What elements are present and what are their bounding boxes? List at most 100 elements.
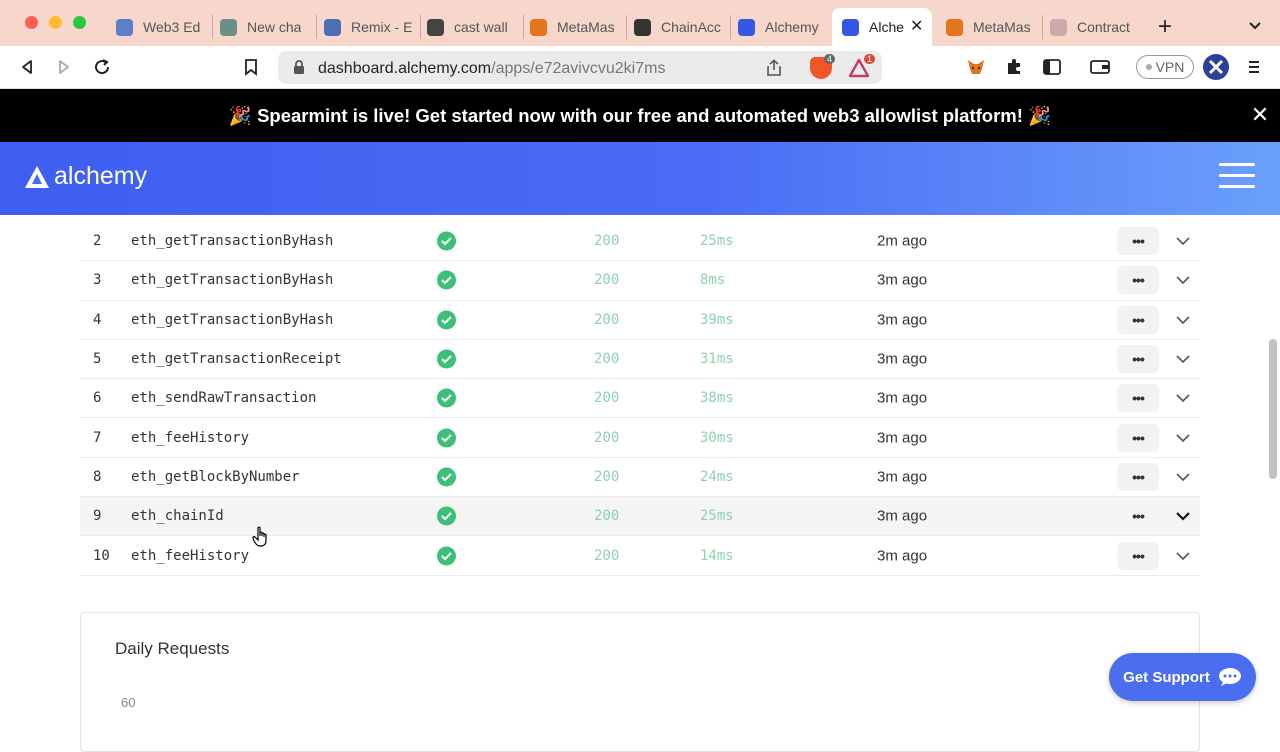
more-options-button[interactable]: •••: [1117, 462, 1159, 491]
more-options-button[interactable]: •••: [1117, 384, 1159, 413]
browser-tab[interactable]: Web3 Ed: [112, 11, 210, 43]
vpn-label: VPN: [1155, 59, 1185, 75]
browser-tab[interactable]: MetaMas: [942, 11, 1040, 43]
tab-title: Contract: [1077, 19, 1130, 35]
tab-title: cast wall: [454, 19, 508, 35]
expand-chevron-icon[interactable]: [1174, 547, 1192, 565]
request-method: eth_getBlockByNumber: [131, 468, 300, 485]
expand-chevron-icon[interactable]: [1174, 271, 1192, 289]
request-row[interactable]: 3 eth_getTransactionByHash 200 8ms 3m ago •••: [80, 261, 1200, 301]
browser-tab[interactable]: Contract: [1046, 11, 1146, 43]
sidebar-toggle-icon[interactable]: [1041, 56, 1063, 78]
page-scrollbar[interactable]: [1266, 215, 1280, 720]
browser-tab[interactable]: ChainAcc: [630, 11, 728, 43]
success-check-icon: [437, 428, 456, 448]
expand-chevron-icon[interactable]: [1174, 311, 1192, 329]
success-check-icon: [437, 231, 456, 251]
address-bar[interactable]: dashboard.alchemy.com/apps/e72avivcvu2ki…: [278, 51, 882, 84]
request-method: eth_getTransactionReceipt: [131, 351, 342, 368]
wallet-icon[interactable]: [1089, 56, 1111, 78]
tab-title: Alche: [869, 19, 905, 35]
request-age: 3m ago: [877, 311, 928, 329]
browser-tab[interactable]: Alchemy: [734, 11, 832, 43]
request-age: 3m ago: [877, 350, 928, 368]
window-minimize-button[interactable]: [49, 16, 62, 29]
request-row[interactable]: 7 eth_feeHistory 200 30ms 3m ago •••: [80, 418, 1200, 458]
request-row[interactable]: 5 eth_getTransactionReceipt 200 31ms 3m ago •…: [80, 340, 1200, 380]
close-tab-icon[interactable]: ✕: [910, 16, 923, 36]
browser-tab[interactable]: cast wall: [423, 11, 521, 43]
back-button[interactable]: [16, 56, 38, 78]
request-number: 10: [93, 547, 110, 564]
more-options-button[interactable]: •••: [1117, 502, 1159, 530]
daily-requests-card: Daily Requests 60: [80, 612, 1200, 752]
profile-avatar[interactable]: [1203, 54, 1229, 80]
request-method: eth_getTransactionByHash: [131, 311, 334, 328]
request-row[interactable]: 9 eth_chainId 200 25ms 3m ago •••: [80, 497, 1200, 537]
alchemy-logo[interactable]: alchemy: [24, 162, 147, 191]
request-row[interactable]: 8 eth_getBlockByNumber 200 24ms 3m ago •••: [80, 458, 1200, 498]
response-time: 25ms: [700, 508, 734, 525]
vpn-button[interactable]: VPN: [1136, 55, 1194, 79]
more-options-button[interactable]: •••: [1117, 266, 1159, 295]
promo-banner-text: 🎉 Spearmint is live! Get started now wit…: [228, 104, 1052, 126]
window-zoom-button[interactable]: [73, 16, 86, 29]
tab-separator: [730, 15, 731, 39]
alchemy-logo-icon: [25, 165, 49, 188]
tab-list-chevron-icon[interactable]: [1248, 18, 1262, 36]
share-icon[interactable]: [766, 59, 782, 77]
request-number: 5: [93, 351, 102, 368]
tab-separator: [316, 15, 317, 39]
more-options-button[interactable]: •••: [1117, 423, 1159, 452]
hamburger-menu-button[interactable]: [1219, 163, 1257, 191]
expand-chevron-icon[interactable]: [1174, 468, 1192, 486]
tab-title: New cha: [247, 19, 302, 35]
request-row[interactable]: 2 eth_getTransactionByHash 200 25ms 2m ago ••…: [80, 222, 1200, 262]
metamask-extension-icon[interactable]: [965, 56, 987, 78]
response-time: 30ms: [700, 429, 734, 446]
expand-chevron-icon[interactable]: [1174, 507, 1192, 525]
browser-tab[interactable]: Remix - E: [320, 11, 418, 43]
banner-close-button[interactable]: ✕: [1246, 101, 1274, 129]
browser-tab[interactable]: New cha: [216, 11, 314, 43]
daily-requests-y-tick: 60: [121, 695, 136, 710]
new-tab-button[interactable]: +: [1158, 13, 1172, 41]
daily-requests-title: Daily Requests: [115, 639, 230, 658]
brave-shield-count: 4: [824, 54, 836, 64]
request-row[interactable]: 10 eth_feeHistory 200 14ms 3m ago •••: [80, 536, 1200, 576]
request-number: 2: [93, 233, 102, 250]
tab-separator: [1042, 15, 1043, 39]
tab-title: MetaMas: [973, 19, 1031, 35]
request-row[interactable]: 6 eth_sendRawTransaction 200 38ms 3m ago •••: [80, 379, 1200, 419]
request-age: 3m ago: [877, 468, 928, 486]
scrollbar-thumb[interactable]: [1269, 339, 1277, 479]
expand-chevron-icon[interactable]: [1174, 389, 1192, 407]
forward-button[interactable]: [53, 56, 75, 78]
expand-chevron-icon[interactable]: [1174, 350, 1192, 368]
window-close-button[interactable]: [25, 16, 38, 29]
browser-tab[interactable]: MetaMas: [526, 11, 624, 43]
success-check-icon: [437, 546, 456, 566]
get-support-button[interactable]: Get Support: [1109, 653, 1256, 701]
alchemy-icon: [842, 18, 859, 36]
more-options-button[interactable]: •••: [1117, 227, 1159, 256]
tab-title: Web3 Ed: [143, 19, 201, 35]
response-time: 38ms: [700, 390, 734, 407]
reload-button[interactable]: [91, 56, 113, 78]
expand-chevron-icon[interactable]: [1174, 429, 1192, 447]
request-row[interactable]: 4 eth_getTransactionByHash 200 39ms 3m ago ••…: [80, 301, 1200, 340]
more-options-button[interactable]: •••: [1117, 345, 1159, 374]
more-options-button[interactable]: •••: [1117, 541, 1159, 570]
metamask-fox-icon: [946, 18, 963, 36]
response-code: 200: [594, 390, 620, 407]
response-time: 25ms: [700, 233, 734, 250]
url-text: dashboard.alchemy.com/apps/e72avivcvu2ki…: [318, 60, 665, 78]
recent-requests-table: 2 eth_getTransactionByHash 200 25ms 2m ago ••…: [80, 222, 1200, 576]
browser-menu-icon[interactable]: [1243, 56, 1265, 78]
bookmark-icon[interactable]: [240, 56, 262, 78]
response-code: 200: [594, 233, 620, 250]
extensions-puzzle-icon[interactable]: [1003, 56, 1025, 78]
expand-chevron-icon[interactable]: [1174, 232, 1192, 250]
browser-tab[interactable]: Alche ✕: [832, 8, 932, 46]
more-options-button[interactable]: •••: [1117, 305, 1159, 334]
